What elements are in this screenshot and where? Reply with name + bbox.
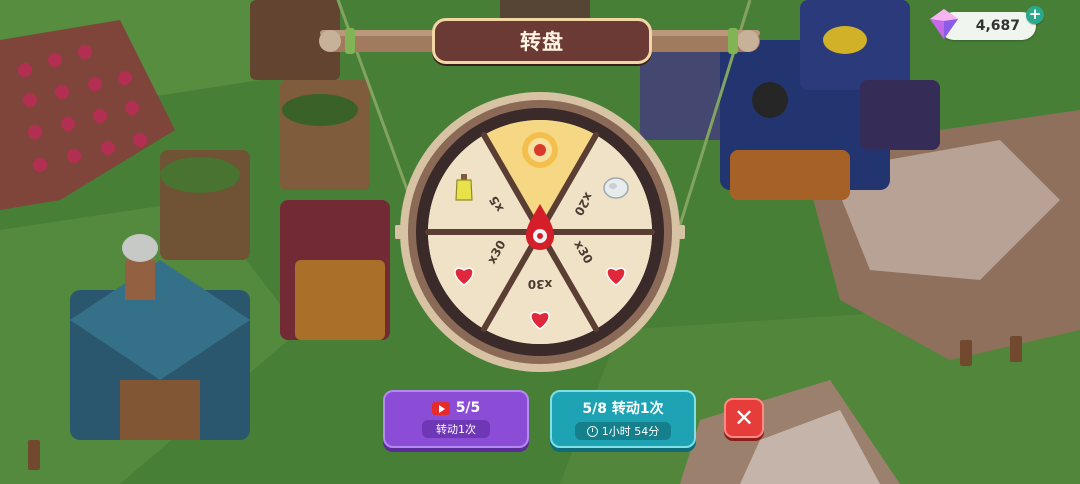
gem-counter: 4,687 + [930, 6, 1044, 40]
watch-video-spin-button[interactable]: 5/5 转动1次 [383, 390, 529, 448]
spin-timer: 1小时 54分 [574, 422, 672, 440]
video-spin-subtitle: 转动1次 [422, 420, 490, 438]
eye-token-icon [522, 132, 558, 168]
wheel-title-banner: 转盘 [432, 18, 652, 64]
close-button[interactable]: ✕ [724, 398, 764, 438]
spin-count-label: 5/8 转动1次 [582, 401, 664, 417]
video-spin-count: 5/5 [455, 400, 481, 416]
spin-button[interactable]: 5/8 转动1次 1小时 54分 [550, 390, 696, 448]
page-title: 转盘 [520, 30, 564, 54]
add-gems-button[interactable]: + [1026, 6, 1044, 24]
gem-icon [930, 9, 958, 39]
video-spin-sub-label: 转动1次 [436, 423, 476, 436]
video-play-icon [431, 401, 450, 415]
close-icon: ✕ [733, 404, 755, 432]
wheel-label-4: x30 [528, 277, 552, 291]
clock-icon [586, 425, 598, 437]
spin-timer-value: 1小时 54分 [601, 425, 660, 438]
stone-icon [603, 177, 629, 199]
prize-wheel: x20 x30 x30 x30 x5 [395, 92, 685, 372]
gem-count: 4,687 [975, 18, 1020, 34]
